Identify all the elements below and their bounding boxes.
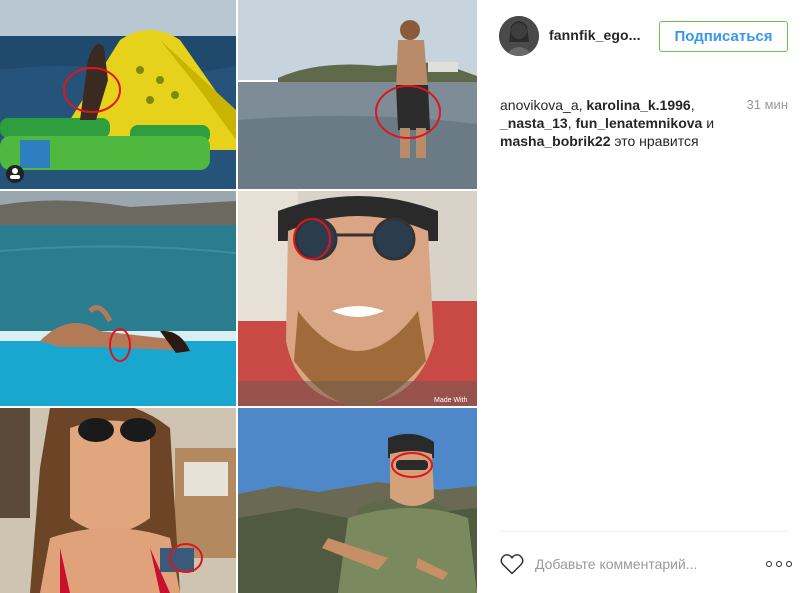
comment-input[interactable] [535, 554, 735, 574]
photo-woman-selfie [0, 408, 236, 593]
liker-link[interactable]: masha_bobrik22 [500, 133, 611, 149]
divider [500, 531, 788, 532]
liker-link[interactable]: anovikova_a [500, 97, 579, 113]
comment-bar [500, 550, 792, 578]
photo-man-sunglasses: Made With [238, 191, 477, 406]
dot [776, 561, 782, 567]
more-options-icon[interactable] [766, 558, 792, 570]
watermark-text: Made With [434, 397, 468, 404]
post-timestamp[interactable]: 31 мин [747, 97, 788, 112]
instagram-post: Made With fannfik_ego... Подписаться ano… [0, 0, 808, 593]
dot [766, 561, 772, 567]
liker-link[interactable]: _nasta_13 [500, 115, 568, 131]
likes-suffix: это нравится [614, 133, 699, 149]
photo-man-in-water [238, 0, 477, 189]
follow-button[interactable]: Подписаться [659, 21, 788, 52]
username-link[interactable]: fannfik_ego... [549, 27, 641, 43]
photo-man-mountains [238, 408, 477, 593]
liker-link[interactable]: karolina_k.1996 [586, 97, 690, 113]
post-image[interactable]: Made With [0, 0, 477, 593]
likes-conjunction: и [706, 115, 715, 131]
dot [786, 561, 792, 567]
post-side-panel: fannfik_ego... Подписаться anovikova_a, … [477, 0, 808, 593]
photo-inflatable-sea [0, 0, 236, 189]
liker-link[interactable]: fun_lenatemnikova [576, 115, 703, 131]
post-header: fannfik_ego... Подписаться [477, 0, 808, 72]
photo-woman-pool [0, 191, 236, 406]
avatar[interactable] [499, 16, 539, 56]
heart-outline-icon[interactable] [500, 553, 524, 575]
likes-summary: anovikova_a, karolina_k.1996, _nasta_13,… [500, 97, 715, 149]
